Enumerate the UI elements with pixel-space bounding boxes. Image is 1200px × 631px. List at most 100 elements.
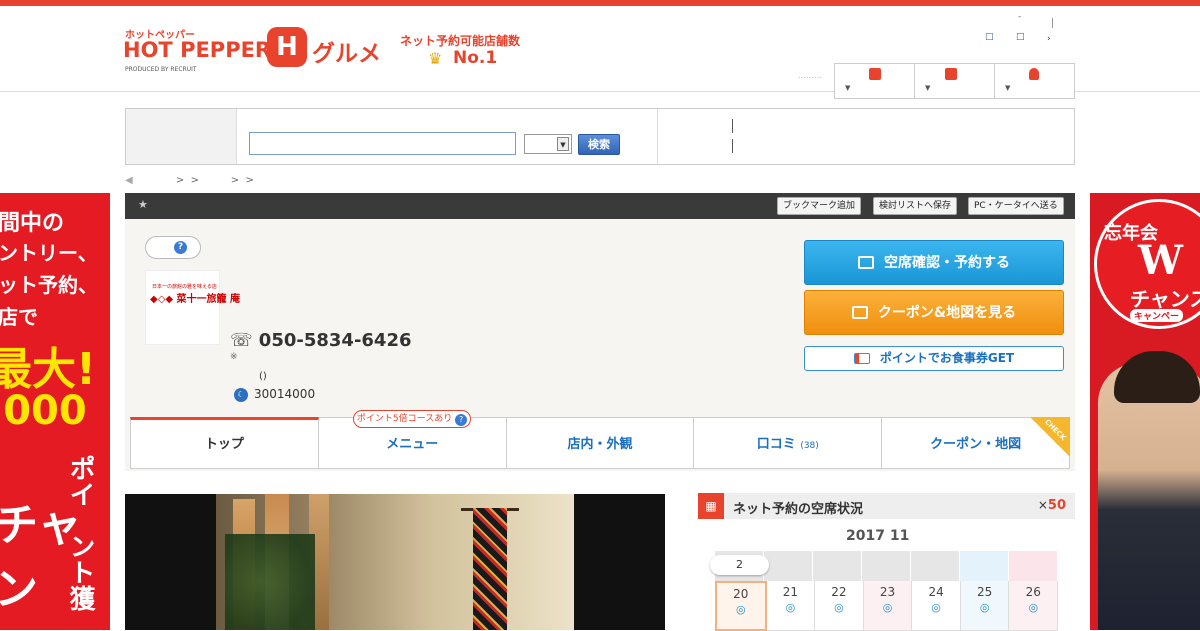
day-number: 22	[831, 585, 847, 599]
calendar-day[interactable]: 24 ◎	[912, 581, 961, 631]
ad-text: ント獲	[65, 533, 95, 611]
search-button[interactable]: 検索	[578, 134, 620, 155]
ad-text: チャンス	[1130, 287, 1200, 311]
help-icon[interactable]: ?	[455, 414, 468, 426]
tab-top[interactable]: トップ	[130, 417, 319, 469]
day-number: 23	[879, 585, 896, 599]
ad-text: W	[1138, 237, 1183, 284]
weekday-cell	[813, 551, 862, 581]
bookmark-button[interactable]: ブックマーク追加	[777, 197, 862, 215]
header-menu-user[interactable]: ▼	[995, 64, 1074, 98]
breadcrumb-trail[interactable]: > > > >	[176, 175, 254, 186]
moon-icon: ☾	[234, 388, 248, 402]
calendar-icon: ▦	[698, 493, 724, 519]
point-voucher-button[interactable]: ポイントでお食事券GET	[804, 346, 1064, 371]
multiplier-prefix: ×	[1037, 498, 1048, 512]
weekday-cell	[764, 551, 813, 581]
calendar-day[interactable]: 22 ◎	[815, 581, 864, 631]
check-label: CHECK	[1043, 417, 1068, 443]
search-select[interactable]: ▼	[524, 134, 572, 154]
no1-text: No.1	[453, 48, 498, 68]
available-mark: ◎	[834, 601, 844, 614]
ad-person	[1098, 363, 1200, 630]
save-list-button[interactable]: 検討リストへ保存	[873, 197, 958, 215]
calendar-week-row: 20 ◎ 21 ◎ 22 ◎ 23 ◎ 24 ◎ 25 ◎ 26 ◎	[715, 581, 1059, 631]
ad-text: 間中の	[0, 211, 65, 236]
tab-interior[interactable]: 店内・外観	[506, 417, 695, 469]
no1-label: ネット予約可能店舗数	[400, 34, 521, 48]
tab-reviews[interactable]: 口コミ (38)	[694, 417, 883, 469]
ticket-icon	[853, 353, 870, 364]
right-ad-banner[interactable]: 忘年会 W チャンス キャンペー	[1090, 193, 1200, 630]
logo-hot-pepper[interactable]: HOT PEPPER	[123, 38, 271, 62]
photo-tree	[225, 534, 315, 630]
available-mark: ◎	[979, 601, 990, 614]
phone-number: ☏ 050-5834-6426	[230, 330, 412, 351]
ad-text: ,000	[0, 388, 87, 434]
phone-text: 050-5834-6426	[258, 330, 412, 351]
tab-reviews-count: (38)	[800, 441, 819, 451]
photo-obi	[473, 508, 507, 630]
crown-icon: ♛	[428, 49, 443, 68]
day-number: 26	[1025, 585, 1041, 599]
day-number: 20	[733, 587, 749, 601]
weekday-cell	[911, 551, 960, 581]
weekday-cell-sat	[960, 551, 1009, 581]
genre-pill[interactable]: ?	[145, 236, 201, 259]
point-label: ポイントでお食事券GET	[879, 351, 1015, 365]
shop-tabs: トップ メニュー 店内・外観 口コミ (38) クーポン・地図	[130, 417, 1070, 469]
coupon-map-button[interactable]: クーポン&地図を見る	[804, 290, 1064, 335]
calendar-day[interactable]: 25 ◎	[960, 581, 1010, 631]
calendar-day[interactable]: 21 ◎	[766, 581, 816, 631]
ad-text: ン	[0, 564, 38, 615]
header-menu-buttons: ▼ ▼ ▼	[834, 63, 1075, 99]
shop-logo-name: ◆◇◆ 菜十一旅籠 庵	[150, 294, 241, 305]
header-divider	[1052, 18, 1053, 28]
logo-gourmet[interactable]: グルメ	[312, 34, 381, 68]
tab-reviews-label: 口コミ	[756, 437, 796, 452]
help-icon[interactable]: ?	[174, 241, 187, 254]
point-course-badge[interactable]: ポイント5倍コースあり ?	[353, 410, 471, 428]
logo-h-icon[interactable]: H	[267, 27, 307, 67]
reservation-icon	[945, 68, 957, 80]
calendar-day[interactable]: 20 ◎	[715, 581, 767, 631]
star-icon: ★	[138, 198, 148, 211]
weekday-cell	[862, 551, 911, 581]
shop-photo[interactable]	[125, 494, 665, 630]
left-ad-banner[interactable]: 間中の ントリー、 ット予約、 店で 最大! ,000 ポイ チャ ント獲 ン	[0, 193, 110, 630]
reserve-button[interactable]: 空席確認・予約する	[804, 240, 1064, 285]
available-mark: ◎	[785, 601, 796, 614]
ad-text: ントリー、	[0, 241, 98, 265]
chevron-down-icon: ▼	[845, 84, 851, 92]
coupon-icon	[851, 306, 868, 319]
search-tick-2	[732, 139, 733, 153]
header-link-3[interactable]: ›	[1047, 34, 1051, 44]
day-number: 24	[928, 585, 944, 599]
point-course-label: ポイント5倍コースあり	[356, 414, 453, 424]
point-multiplier: ×50	[1038, 498, 1066, 513]
search-input[interactable]	[249, 132, 516, 155]
shop-logo: 日本一の旅館の雅を味える店 ◆◇◆ 菜十一旅籠 庵	[145, 270, 240, 345]
search-tick-1	[732, 119, 733, 133]
header-dash: -	[1018, 12, 1022, 22]
coupon-label: クーポン&地図を見る	[877, 305, 1017, 321]
header-menu-reservation[interactable]: ▼	[915, 64, 995, 98]
header-link-1[interactable]: □	[985, 32, 994, 42]
availability-header: ▦ ネット予約の空席状況 ×50	[698, 493, 1075, 519]
header-link-2[interactable]: □	[1016, 32, 1025, 42]
back-arrow-icon[interactable]: ◀	[125, 175, 133, 186]
calendar-day[interactable]: 26 ◎	[1009, 581, 1059, 631]
available-mark: ◎	[931, 601, 941, 614]
send-to-device-button[interactable]: PC・ケータイへ送る	[968, 197, 1064, 215]
search-area-tab[interactable]	[126, 109, 237, 164]
available-mark: ◎	[1028, 601, 1039, 614]
header-menu-restaurant[interactable]: ▼	[835, 64, 915, 98]
calendar-day[interactable]: 23 ◎	[863, 581, 913, 631]
reserve-label: 空席確認・予約する	[884, 255, 1010, 271]
check-corner-badge: CHECK	[1030, 417, 1070, 457]
shop-toolbar: ★ ブックマーク追加 検討リストへ保存 PC・ケータイへ送る	[125, 193, 1075, 219]
shop-logo-tagline: 日本一の旅館の雅を味える店	[152, 284, 217, 290]
ad-text: ット予約、	[0, 273, 98, 297]
today-flag: 2	[710, 555, 769, 575]
chevron-down-icon: ▼	[557, 137, 569, 151]
